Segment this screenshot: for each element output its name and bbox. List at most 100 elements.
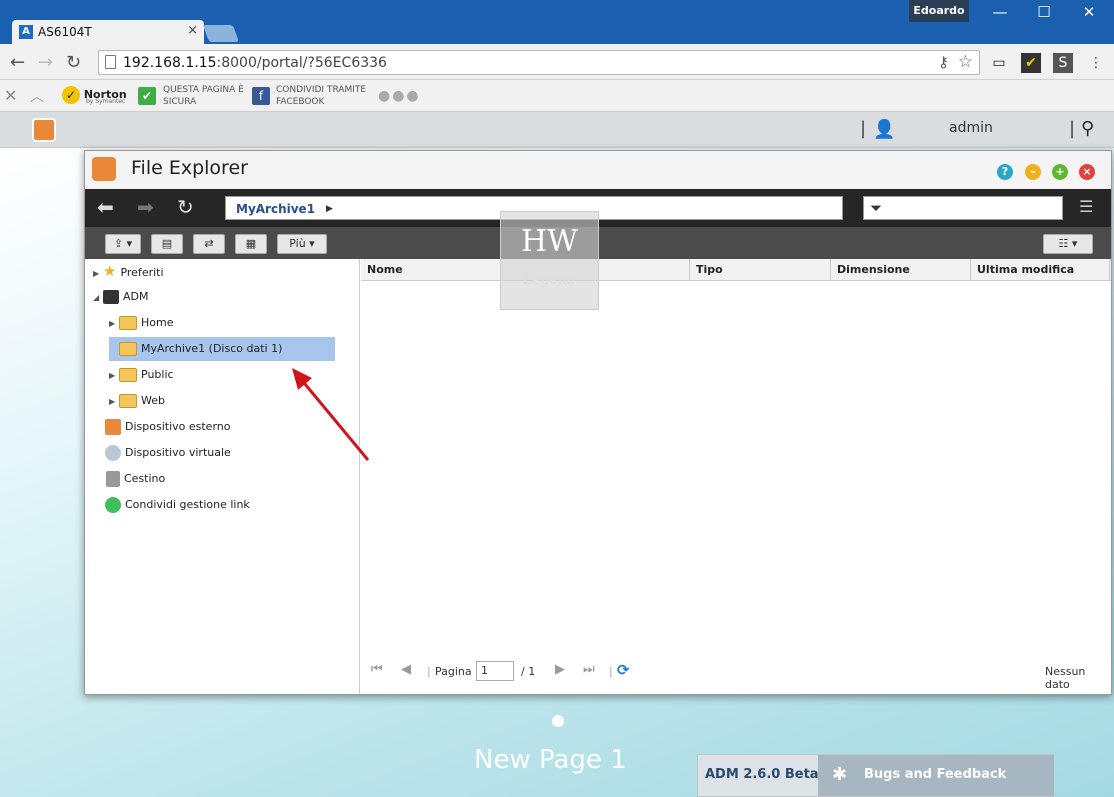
back-icon[interactable]: ← xyxy=(10,52,25,73)
expand-icon[interactable]: ▶ xyxy=(109,364,119,388)
more-dots-icon[interactable]: ●●● xyxy=(378,88,421,104)
first-page-icon[interactable]: ⏮ xyxy=(371,662,383,677)
maximize-window-icon[interactable]: + xyxy=(1052,164,1068,180)
forward-icon[interactable]: ➡ xyxy=(137,195,154,219)
list-options-icon[interactable]: ☰ xyxy=(1079,197,1093,216)
bug-icon: ✱ xyxy=(832,764,848,785)
safe-check-icon: ✔ xyxy=(138,87,156,105)
reload-icon[interactable]: ↻ xyxy=(66,52,81,73)
chevron-right-icon[interactable]: ▶ xyxy=(326,204,333,214)
collapse-icon[interactable]: ◢ xyxy=(93,286,103,310)
file-grid: Nome Tipo Dimensione Ultima modifica ⏮ ◀… xyxy=(361,259,1111,694)
folder-tree: ▶ ★ Preferiti ◢ ADM ▶ Home MyArchive1 (Disco… xyxy=(85,259,360,694)
username-label[interactable]: admin xyxy=(949,120,993,136)
cast-icon[interactable]: ▭ xyxy=(989,53,1009,73)
tree-item-myarchive1[interactable]: MyArchive1 (Disco dati 1) xyxy=(109,337,335,361)
separator: | xyxy=(860,118,867,139)
refresh-icon[interactable]: ↻ xyxy=(177,195,194,219)
share-facebook-item[interactable]: CONDIVIDI TRAMITE FACEBOOK xyxy=(276,84,366,108)
tree-item-adm[interactable]: ◢ ADM xyxy=(93,285,149,309)
status-text: Nessun dato xyxy=(1045,665,1086,691)
expand-icon[interactable]: ▶ xyxy=(93,262,103,286)
maximize-icon[interactable]: ☐ xyxy=(1029,3,1059,21)
expand-icon[interactable]: ▶ xyxy=(109,312,119,336)
extension-s-icon[interactable]: S xyxy=(1053,53,1073,73)
back-icon[interactable]: ⬅ xyxy=(97,195,114,219)
norton-logo[interactable]: ✓ Norton by Symantec xyxy=(62,86,127,105)
move-button[interactable]: ⇄ xyxy=(193,234,225,254)
key-icon[interactable]: ⚷ xyxy=(938,53,949,71)
bookmark-star-icon[interactable]: ☆ xyxy=(958,52,973,72)
separator: | xyxy=(1069,118,1076,139)
browser-title-bar: A AS6104T × Edoardo — ☐ ✕ xyxy=(0,0,1114,44)
expand-icon[interactable]: ▶ xyxy=(109,390,119,414)
prev-page-icon[interactable]: ◀ xyxy=(401,662,411,677)
adm-taskbar: | 👤 admin | ⚲ xyxy=(0,112,1114,148)
collapse-icon[interactable]: ︿ xyxy=(30,86,44,106)
column-header-type[interactable]: Tipo xyxy=(690,259,831,281)
adm-version-bar: ADM 2.6.0 Beta ✱ Bugs and Feedback xyxy=(697,754,1054,797)
forward-icon[interactable]: → xyxy=(38,52,53,73)
tab-close-icon[interactable]: × xyxy=(187,23,198,38)
desktop-page-name: New Page 1 xyxy=(474,745,627,775)
window-title-bar[interactable]: File Explorer ? – + × xyxy=(85,151,1111,189)
minimize-window-icon[interactable]: – xyxy=(1025,164,1041,180)
new-tab-button[interactable] xyxy=(202,25,240,42)
tree-item-trash[interactable]: Cestino xyxy=(105,467,165,491)
page-number-input[interactable]: 1 xyxy=(476,661,514,681)
close-toolbar-icon[interactable]: ✕ xyxy=(4,86,17,105)
file-explorer-icon xyxy=(92,157,116,181)
close-window-icon[interactable]: × xyxy=(1079,164,1095,180)
safe-page-item[interactable]: QUESTA PAGINA È SICURA xyxy=(163,84,244,108)
adm-app-icon[interactable] xyxy=(32,118,56,142)
view-mode-button[interactable]: ☷ ▾ xyxy=(1043,234,1093,254)
asustor-favicon-icon: A xyxy=(19,25,33,39)
norton-toolbar: ✕ ︿ ✓ Norton by Symantec ✔ QUESTA PAGINA… xyxy=(0,80,1114,112)
separator: | xyxy=(609,665,613,678)
user-icon[interactable]: 👤 xyxy=(873,119,895,140)
tree-item-external-device[interactable]: Dispositivo esterno xyxy=(105,415,230,439)
column-header-size[interactable]: Dimensione xyxy=(831,259,971,281)
norton-extension-icon[interactable]: ✔ xyxy=(1021,53,1041,73)
page-total: / 1 xyxy=(521,665,536,678)
tree-item-home[interactable]: ▶ Home xyxy=(109,311,173,335)
facebook-icon: f xyxy=(252,87,270,105)
column-header-modified[interactable]: Ultima modifica xyxy=(971,259,1110,281)
page-indicator-dot[interactable] xyxy=(552,715,564,727)
bugs-feedback-button[interactable]: ✱ Bugs and Feedback xyxy=(818,755,1054,796)
address-bar-row: ← → ↻ 192.168.1.15:8000/portal/?56EC6336… xyxy=(0,44,1114,80)
version-label: ADM 2.6.0 Beta xyxy=(705,767,819,782)
url-text: 192.168.1.15:8000/portal/?56EC6336 xyxy=(123,55,387,71)
filter-icon: ⏷ xyxy=(870,199,883,217)
page-label: Pagina xyxy=(435,665,472,678)
folder-icon xyxy=(119,342,137,356)
external-device-icon xyxy=(105,419,121,435)
tree-item-public[interactable]: ▶ Public xyxy=(109,363,174,387)
more-button[interactable]: Più ▾ xyxy=(277,234,327,254)
norton-check-icon: ✓ xyxy=(62,86,80,104)
filter-input[interactable]: ⏷ xyxy=(863,196,1063,220)
minimize-icon[interactable]: — xyxy=(985,3,1015,21)
new-folder-button[interactable]: ▤ xyxy=(151,234,183,254)
search-icon[interactable]: ⚲ xyxy=(1081,118,1094,139)
profile-button[interactable]: Edoardo xyxy=(909,0,969,22)
help-icon[interactable]: ? xyxy=(997,164,1013,180)
browser-tab[interactable]: A AS6104T × xyxy=(12,20,204,44)
menu-icon[interactable]: ⋮ xyxy=(1086,53,1106,73)
separator: | xyxy=(427,665,431,678)
tree-item-preferiti[interactable]: ▶ ★ Preferiti xyxy=(93,259,164,283)
close-icon[interactable]: ✕ xyxy=(1074,3,1104,21)
trash-icon xyxy=(106,471,120,487)
hwlegend-watermark: HW Legend xyxy=(500,211,599,310)
tree-item-web[interactable]: ▶ Web xyxy=(109,389,165,413)
last-page-icon[interactable]: ⏭ xyxy=(583,662,595,677)
upload-button[interactable]: ⇪ ▾ xyxy=(105,234,141,254)
virtual-device-icon xyxy=(105,445,121,461)
refresh-icon[interactable]: ⟳ xyxy=(617,661,630,679)
select-all-button[interactable]: ▦ xyxy=(235,234,267,254)
tree-item-share-links[interactable]: Condividi gestione link xyxy=(105,493,250,517)
tree-item-virtual-device[interactable]: Dispositivo virtuale xyxy=(105,441,231,465)
breadcrumb-item[interactable]: MyArchive1 xyxy=(236,202,315,216)
url-input[interactable]: 192.168.1.15:8000/portal/?56EC6336 ⚷ ☆ xyxy=(98,50,980,75)
next-page-icon[interactable]: ▶ xyxy=(555,662,565,677)
